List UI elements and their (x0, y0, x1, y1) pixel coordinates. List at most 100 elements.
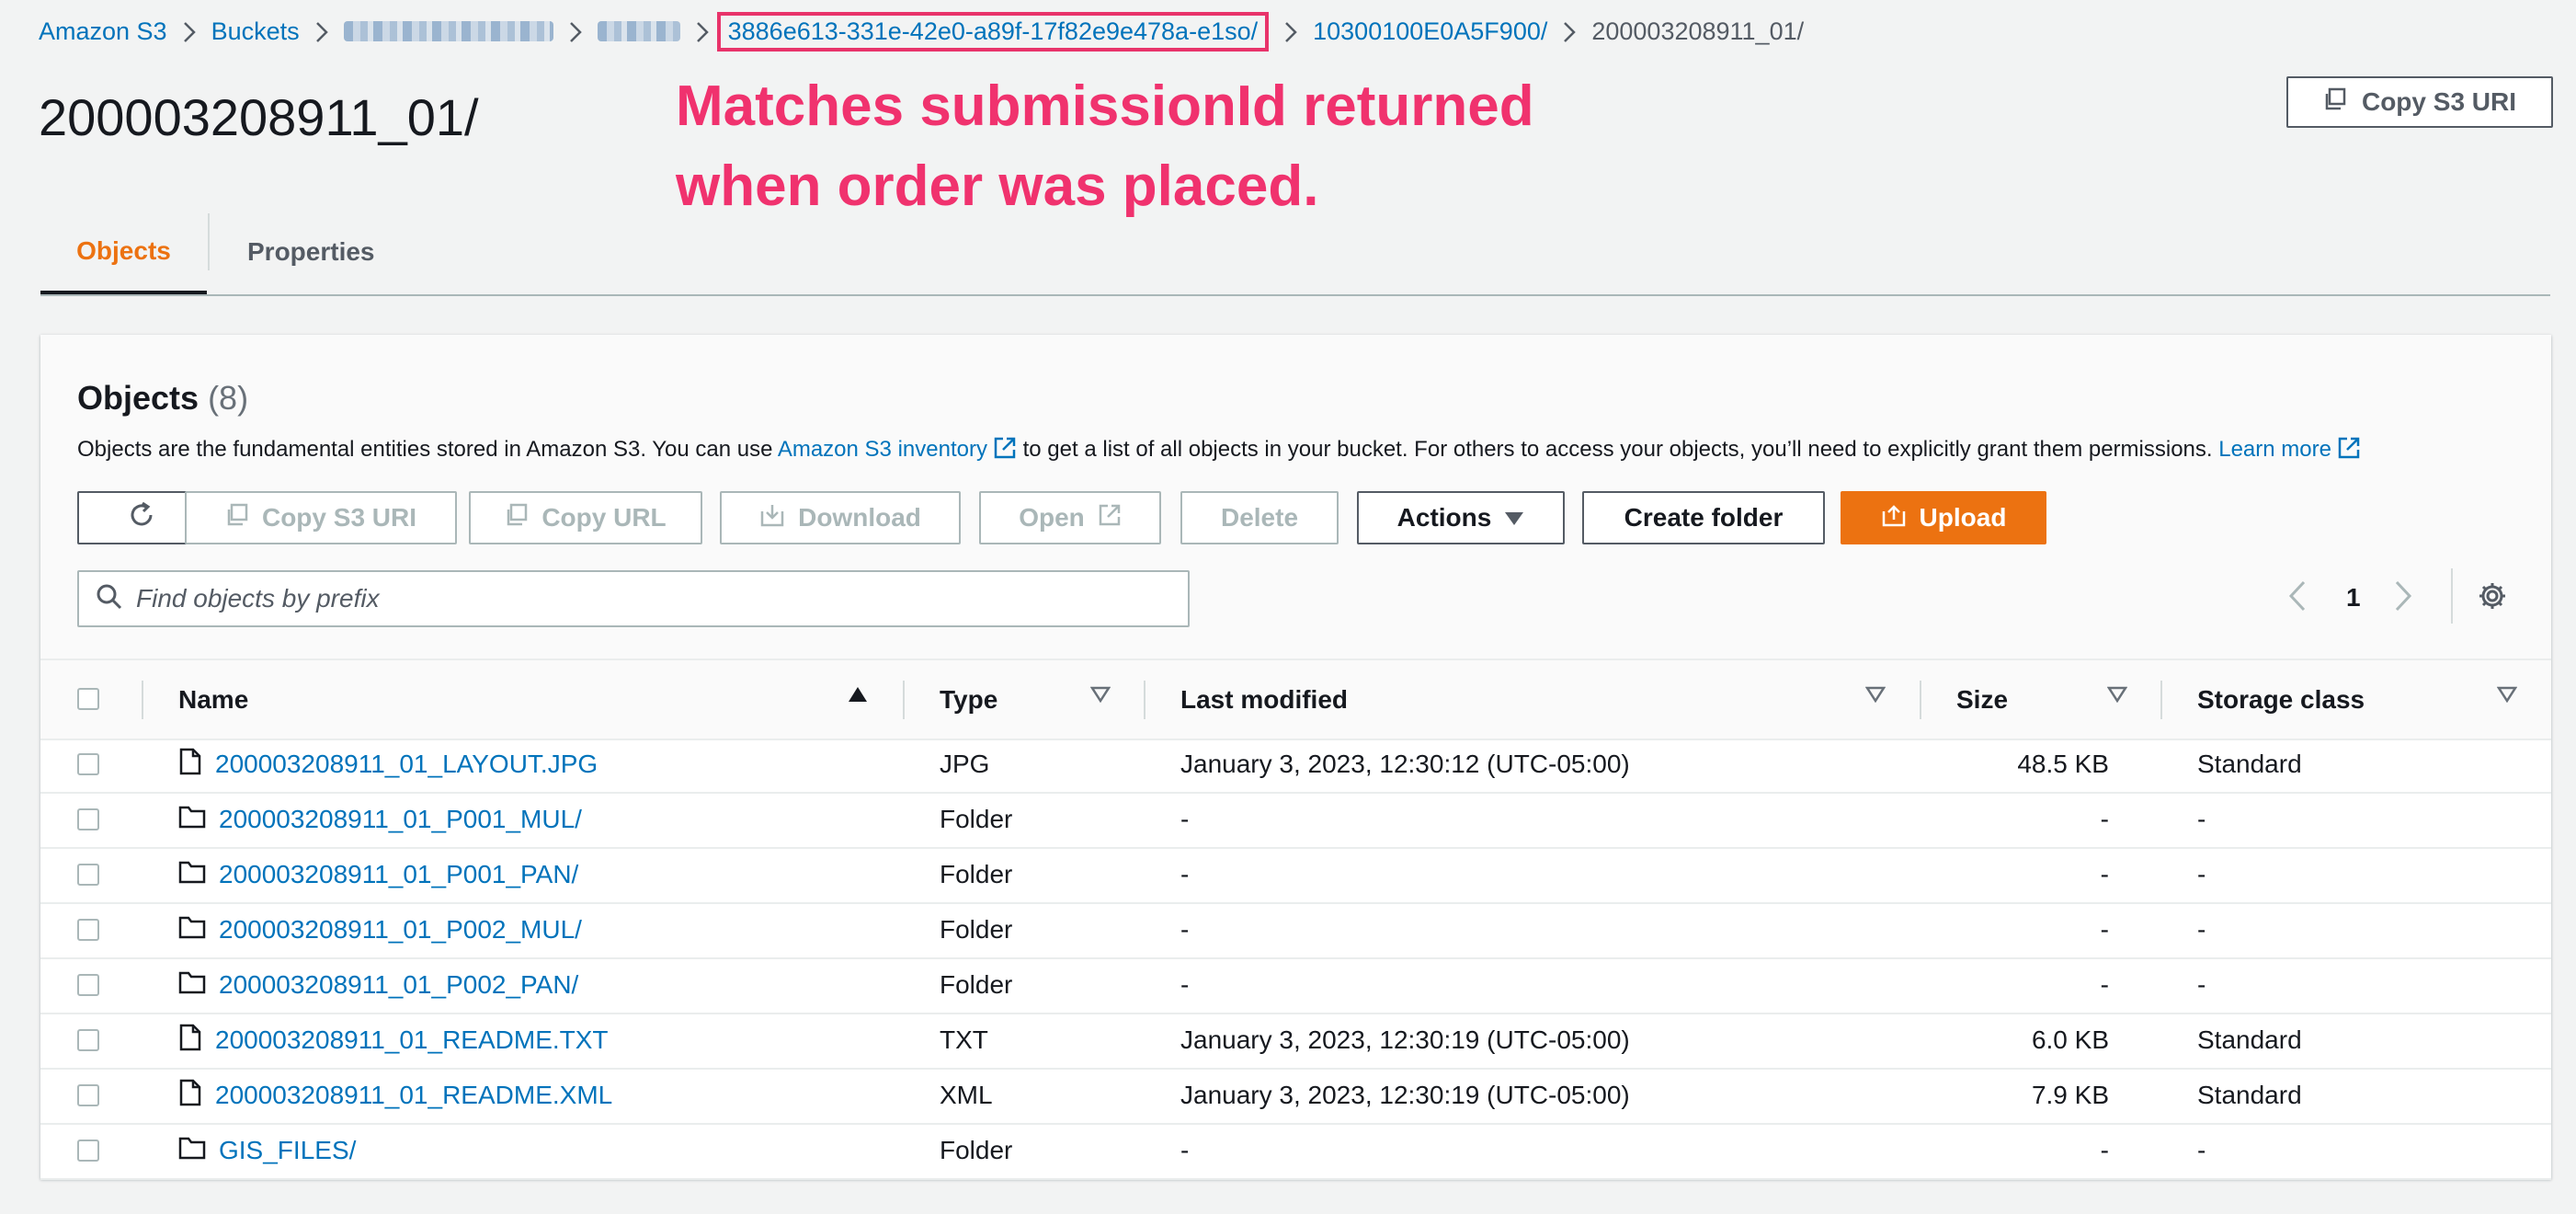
objects-panel-title: Objects (8) (77, 379, 248, 418)
description-text-2: to get a list of all objects in your buc… (1022, 437, 2213, 462)
sort-icon[interactable] (2496, 686, 2518, 707)
objects-panel: Objects (8) Objects are the fundamental … (40, 335, 2551, 1180)
create-folder-label: Create folder (1624, 503, 1784, 532)
column-header-name[interactable]: Name (178, 660, 248, 739)
cell-name: 200003208911_01_README.XML (178, 1068, 612, 1123)
copy-icon (2323, 87, 2347, 118)
object-link[interactable]: 200003208911_01_README.XML (215, 1081, 612, 1110)
breadcrumb-redacted-bucket[interactable] (343, 21, 553, 41)
copy-s3-uri-label: Copy S3 URI (261, 503, 417, 532)
row-checkbox[interactable] (77, 974, 99, 996)
column-header-size[interactable]: Size (1956, 660, 2008, 739)
table-row[interactable]: 200003208911_01_README.TXT TXT January 3, … (40, 1013, 2551, 1070)
object-link[interactable]: 200003208911_01_P001_MUL/ (219, 805, 582, 834)
chevron-right-icon (167, 17, 211, 46)
cell-type: JPG (940, 750, 990, 778)
breadcrumb-submission-id[interactable]: 3886e613-331e-42e0-a89f-17f82e9e478a-e1s… (716, 11, 1270, 52)
row-checkbox[interactable] (77, 864, 99, 886)
row-checkbox[interactable] (77, 1140, 99, 1162)
cell-storage-class: Standard (2197, 1081, 2302, 1109)
annotation-line-1: Matches submissionId returned (676, 74, 1534, 138)
cell-size: - (2100, 805, 2109, 833)
preferences-button[interactable] (2477, 570, 2508, 625)
cell-name: 200003208911_01_P001_MUL/ (178, 792, 582, 847)
download-button[interactable]: Download (720, 491, 961, 544)
create-folder-button[interactable]: Create folder (1582, 491, 1825, 544)
cell-name: 200003208911_01_P002_PAN/ (178, 957, 578, 1013)
object-link[interactable]: 200003208911_01_P002_PAN/ (219, 970, 578, 1000)
cell-last-modified: - (1180, 860, 1190, 888)
objects-count: (8) (208, 379, 249, 417)
copy-s3-uri-header-button[interactable]: Copy S3 URI (2286, 76, 2553, 128)
sort-icon[interactable] (1089, 686, 1111, 707)
copy-s3-uri-button[interactable]: Copy S3 URI (185, 491, 457, 544)
table-row[interactable]: 200003208911_01_P001_MUL/Folder - - - (40, 792, 2551, 849)
delete-button[interactable]: Delete (1180, 491, 1339, 544)
select-all-checkbox[interactable] (77, 688, 99, 710)
table-header: Name Type Last modified Size Storage cla… (40, 659, 2551, 740)
copy-url-button[interactable]: Copy URL (469, 491, 702, 544)
open-button[interactable]: Open (979, 491, 1161, 544)
cell-type: TXT (940, 1025, 988, 1054)
row-checkbox[interactable] (77, 1084, 99, 1106)
tab-objects[interactable]: Objects (40, 212, 207, 294)
download-icon (759, 502, 785, 534)
cell-size: - (2100, 860, 2109, 888)
breadcrumb-amazon-s3[interactable]: Amazon S3 (39, 17, 167, 46)
table-row[interactable]: 200003208911_01_LAYOUT.JPG JPG January 3, … (40, 737, 2551, 794)
table-row[interactable]: 200003208911_01_P001_PAN/Folder - - - (40, 847, 2551, 904)
s3-inventory-link[interactable]: Amazon S3 inventory (778, 437, 1017, 462)
row-checkbox[interactable] (77, 808, 99, 830)
sort-ascending-icon[interactable] (848, 686, 868, 707)
tab-divider (208, 213, 210, 270)
cell-storage-class: - (2197, 805, 2206, 833)
upload-button[interactable]: Upload (1841, 491, 2046, 544)
next-page-button[interactable] (2394, 570, 2412, 625)
object-link[interactable]: 200003208911_01_P001_PAN/ (219, 860, 578, 889)
cell-size: - (2100, 970, 2109, 999)
breadcrumb-order-folder[interactable]: 10300100E0A5F900/ (1313, 17, 1547, 46)
caret-down-icon (1504, 503, 1524, 533)
table-row[interactable]: 200003208911_01_README.XML XML January 3, … (40, 1068, 2551, 1125)
learn-more-link[interactable]: Learn more (2218, 437, 2361, 462)
cell-storage-class: - (2197, 915, 2206, 944)
previous-page-button[interactable] (2288, 570, 2307, 625)
cell-size: 7.9 KB (2031, 1081, 2109, 1109)
breadcrumb-redacted-folder[interactable] (597, 21, 680, 41)
annotation-callout: Matches submissionId returned when order… (676, 66, 1595, 226)
row-checkbox[interactable] (77, 1029, 99, 1051)
column-header-type[interactable]: Type (940, 660, 997, 739)
object-link[interactable]: 200003208911_01_LAYOUT.JPG (215, 750, 598, 779)
row-checkbox[interactable] (77, 753, 99, 775)
folder-icon (178, 1136, 206, 1166)
breadcrumb-buckets[interactable]: Buckets (211, 17, 300, 46)
cell-size: - (2100, 915, 2109, 944)
search-input[interactable] (134, 583, 1149, 614)
object-link[interactable]: GIS_FILES/ (219, 1136, 356, 1165)
gear-icon (2477, 580, 2508, 616)
cell-last-modified: January 3, 2023, 12:30:19 (UTC-05:00) (1180, 1025, 1630, 1054)
object-link[interactable]: 200003208911_01_README.TXT (215, 1025, 609, 1055)
tab-properties[interactable]: Properties (247, 212, 375, 292)
sort-icon[interactable] (1864, 686, 1886, 707)
object-link[interactable]: 200003208911_01_P002_MUL/ (219, 915, 582, 945)
file-icon (178, 1024, 202, 1058)
cell-name: GIS_FILES/ (178, 1123, 356, 1178)
tab-bar: Objects Properties (40, 212, 2550, 296)
column-header-storage-class[interactable]: Storage class (2197, 660, 2365, 739)
actions-dropdown-button[interactable]: Actions (1357, 491, 1565, 544)
table-row[interactable]: 200003208911_01_P002_MUL/Folder - - - (40, 902, 2551, 959)
learn-more-text: Learn more (2218, 437, 2331, 462)
cell-storage-class: Standard (2197, 1025, 2302, 1054)
copy-url-label: Copy URL (541, 503, 667, 532)
table-row[interactable]: GIS_FILES/Folder - - - (40, 1123, 2551, 1180)
column-header-last-modified[interactable]: Last modified (1180, 660, 1348, 739)
page-title: 200003208911_01/ (39, 88, 479, 146)
column-divider (1144, 681, 1146, 719)
sort-icon[interactable] (2106, 686, 2128, 707)
row-checkbox[interactable] (77, 919, 99, 941)
table-row[interactable]: 200003208911_01_P002_PAN/Folder - - - (40, 957, 2551, 1014)
page-number[interactable]: 1 (2346, 570, 2361, 625)
folder-icon (178, 970, 206, 1001)
actions-label: Actions (1396, 503, 1492, 532)
